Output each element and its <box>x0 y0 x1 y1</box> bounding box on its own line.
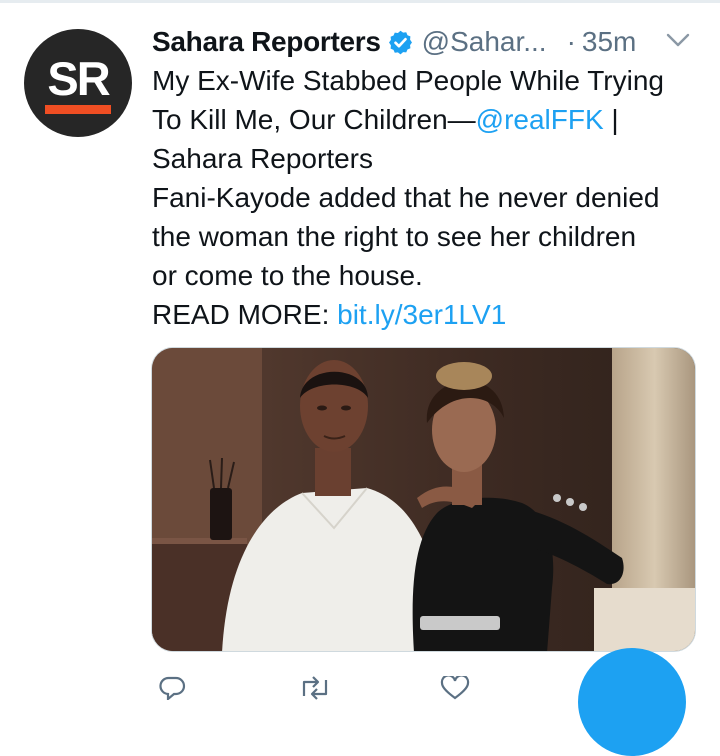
read-more-label: READ MORE: <box>152 299 338 330</box>
summary-line: the woman the right to see her children <box>152 221 637 252</box>
avatar[interactable]: SR <box>24 29 132 137</box>
tweet-header: Sahara Reporters @Sahar... · 35m <box>152 22 636 62</box>
author-name[interactable]: Sahara Reporters <box>152 26 381 58</box>
top-divider <box>0 0 720 3</box>
tweet-photo[interactable] <box>151 347 696 652</box>
author-handle[interactable]: @Sahar... <box>422 26 547 58</box>
compose-button[interactable] <box>578 648 686 756</box>
avatar-accent-bar <box>45 105 111 114</box>
headline-text: To Kill Me, Our Children— <box>152 104 476 135</box>
like-icon <box>440 676 470 700</box>
verified-badge-icon <box>388 30 412 54</box>
separator-dot: · <box>566 26 576 57</box>
tweet-actions <box>152 668 612 700</box>
chevron-down-icon[interactable] <box>664 30 692 50</box>
headline-suffix: | <box>603 104 619 135</box>
summary-line: or come to the house. <box>152 260 423 291</box>
photo-of-man-and-woman <box>152 348 695 651</box>
avatar-initials: SR <box>47 52 110 105</box>
retweet-icon <box>302 676 328 700</box>
reply-action[interactable] <box>158 676 186 700</box>
read-more-link[interactable]: bit.ly/3er1LV1 <box>337 299 506 330</box>
tweet-time[interactable]: 35m <box>582 26 636 58</box>
headline-line: To Kill Me, Our Children—@realFFK | <box>152 100 708 139</box>
tweet-text: My Ex-Wife Stabbed People While Trying T… <box>152 61 708 334</box>
headline-line: Sahara Reporters <box>152 143 374 174</box>
mention-link[interactable]: @realFFK <box>476 104 604 135</box>
like-action[interactable] <box>440 676 470 700</box>
read-more-line: READ MORE: bit.ly/3er1LV1 <box>152 295 708 334</box>
headline-line: My Ex-Wife Stabbed People While Trying <box>152 65 664 96</box>
retweet-action[interactable] <box>298 676 332 700</box>
summary-line: Fani-Kayode added that he never denied <box>152 182 660 213</box>
reply-icon <box>159 676 186 700</box>
